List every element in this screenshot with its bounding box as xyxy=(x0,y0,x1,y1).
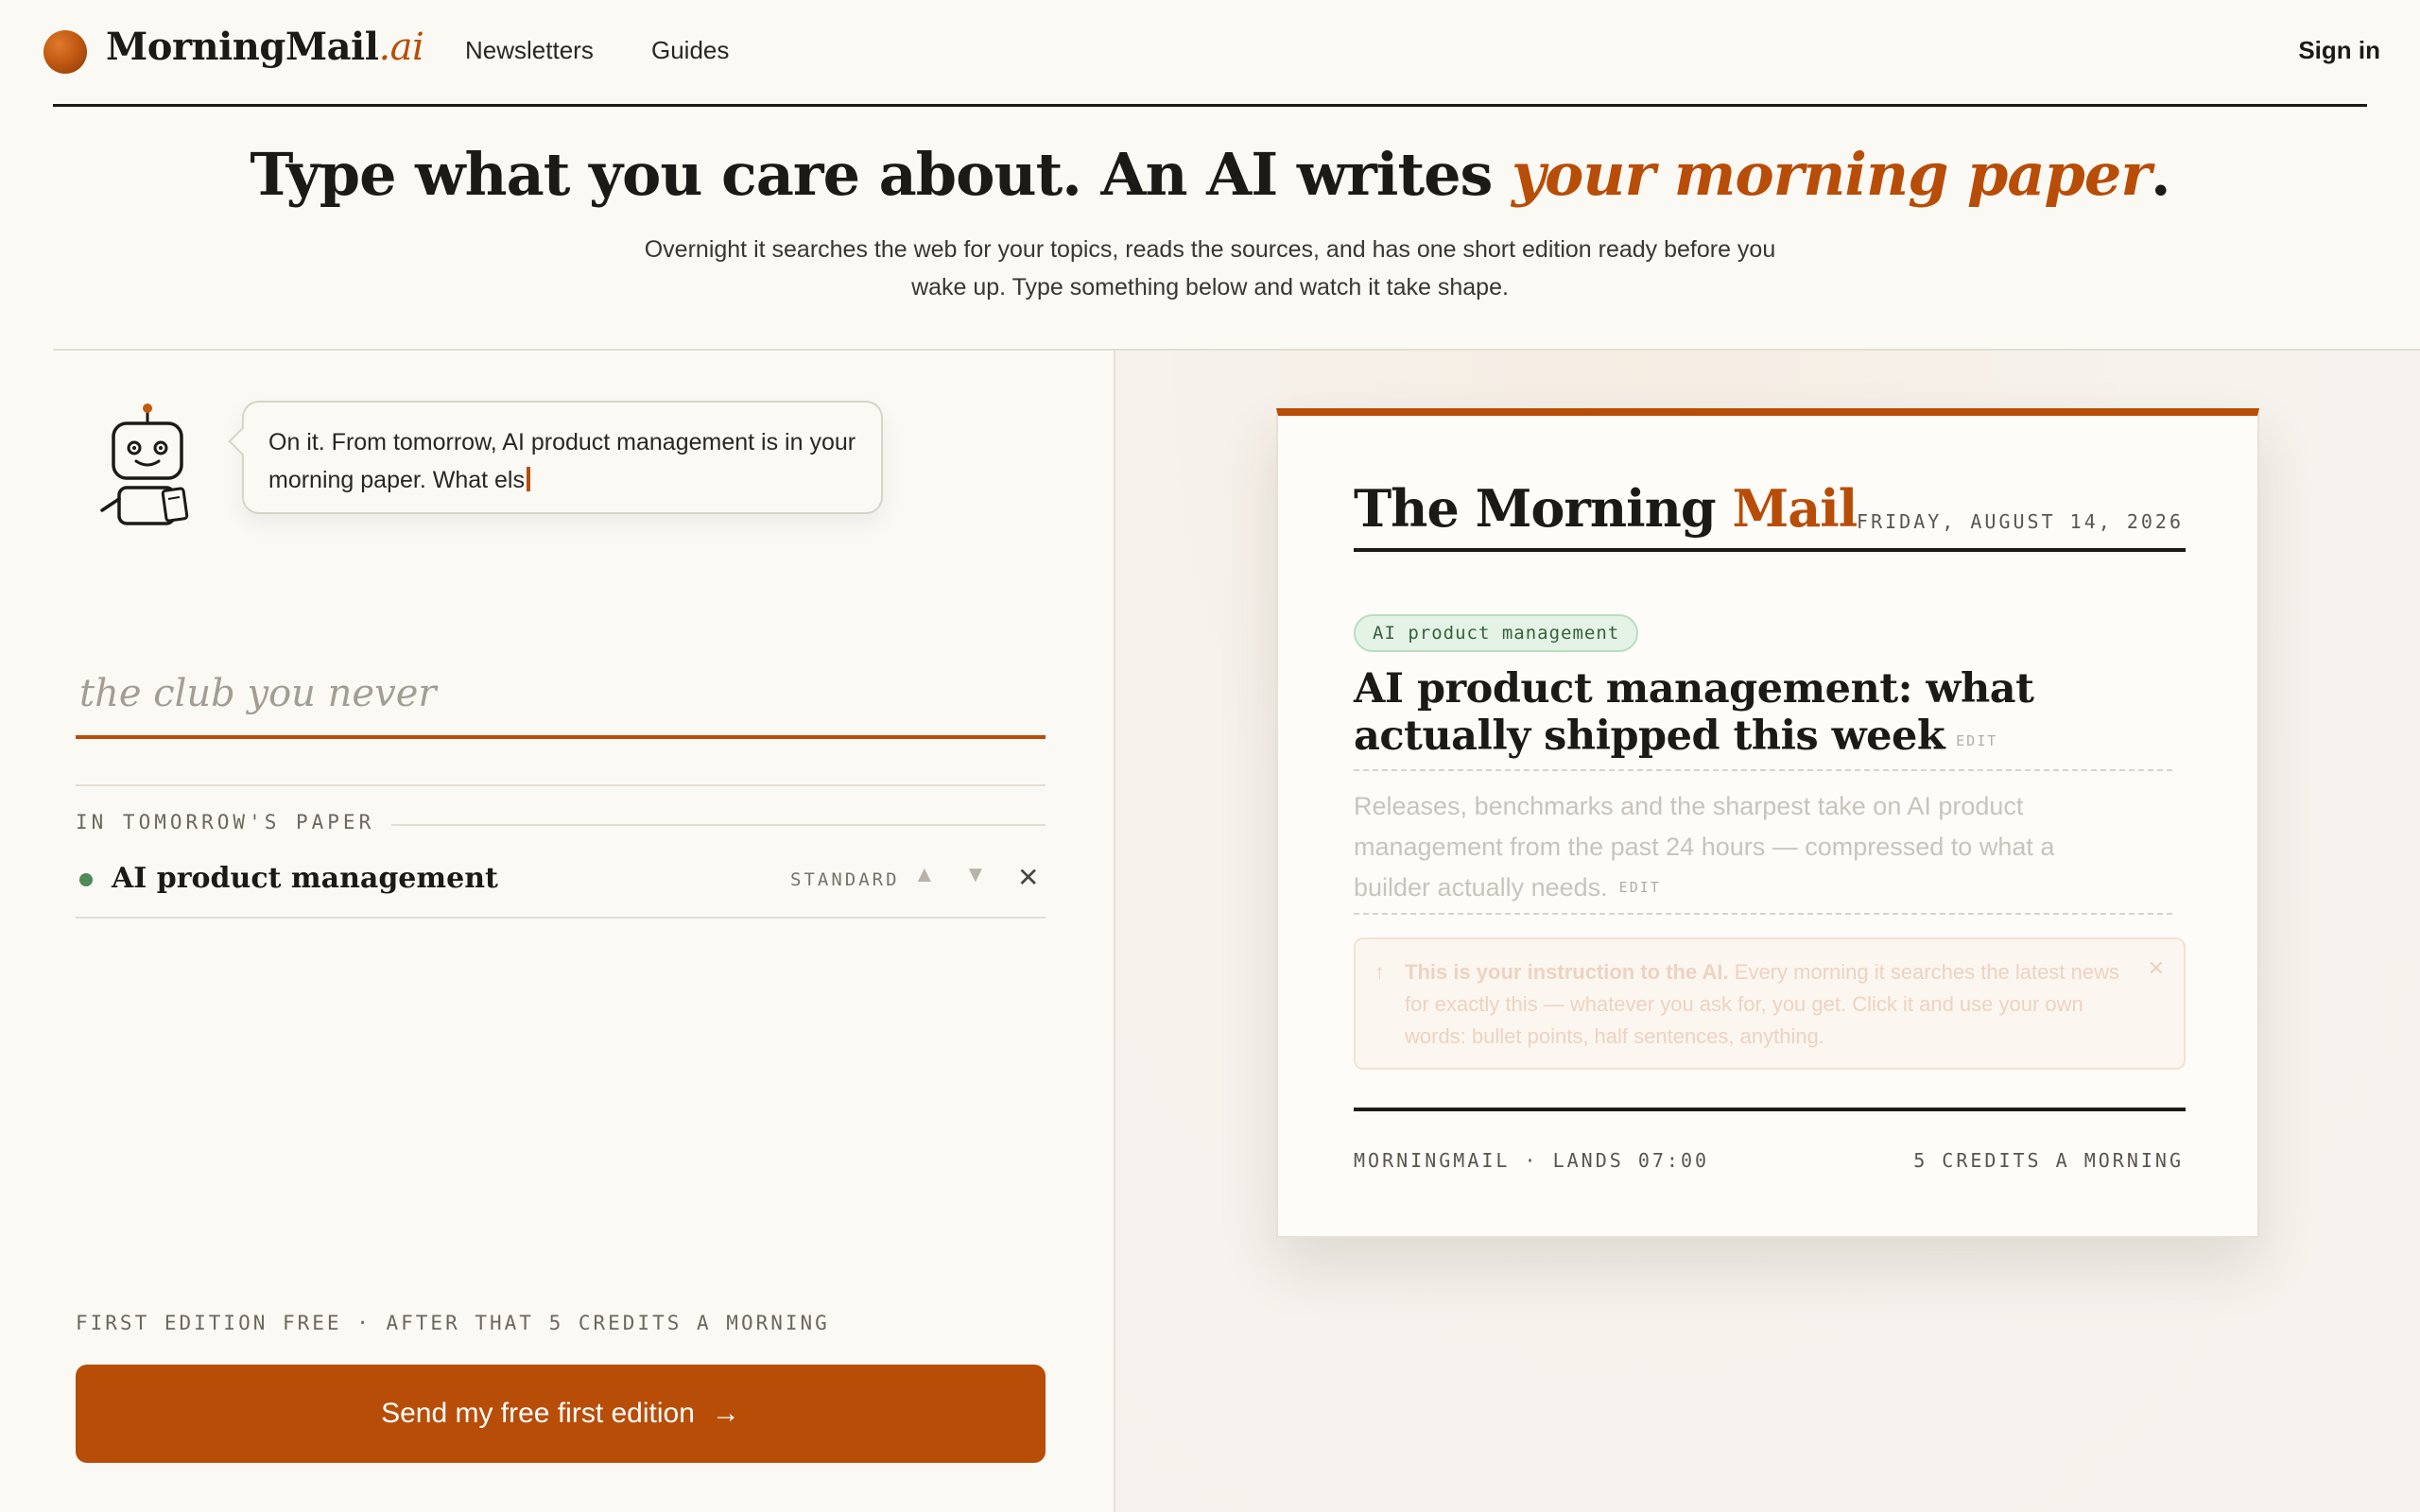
paper-date: FRIDAY, AUGUST 14, 2026 xyxy=(1857,510,2184,533)
summary-edit-button[interactable]: EDIT xyxy=(1619,879,1661,896)
arrow-up-hint-icon: ↑ xyxy=(1374,960,1385,984)
section-label-rule xyxy=(391,824,1046,826)
cta-label: Send my free first edition xyxy=(381,1398,695,1429)
arrow-down-icon[interactable]: ▼ xyxy=(964,862,987,888)
brand-orb-icon[interactable] xyxy=(43,30,87,74)
paper-title-accent: Mail xyxy=(1732,478,1858,539)
paper-title-main: The Morning xyxy=(1354,478,1717,539)
send-first-edition-button[interactable]: Send my free first edition → xyxy=(76,1365,1046,1463)
arrow-up-icon[interactable]: ▲ xyxy=(913,862,936,888)
nav-divider xyxy=(53,104,2367,107)
sign-in-link[interactable]: Sign in xyxy=(2298,36,2380,65)
headline-text: AI product management: what actually shi… xyxy=(1354,665,2034,760)
article-summary[interactable]: Releases, benchmarks and the sharpest ta… xyxy=(1354,786,2129,908)
paper-footer-left: MORNINGMAIL · LANDS 07:00 xyxy=(1354,1149,1710,1172)
nav-link-newsletters[interactable]: Newsletters xyxy=(465,36,594,65)
assistant-message: On it. From tomorrow, AI product managem… xyxy=(268,429,856,493)
article-headline[interactable]: AI product management: what actually shi… xyxy=(1354,665,2167,765)
topic-name: AI product management xyxy=(112,862,498,895)
hero-title-end: . xyxy=(2151,140,2171,209)
close-icon[interactable]: ✕ xyxy=(1017,862,1039,893)
nav-link-guides[interactable]: Guides xyxy=(651,36,729,65)
robot-icon xyxy=(100,404,189,525)
hero-title-accent: your morning paper xyxy=(1512,140,2152,209)
paper-header-rule xyxy=(1354,548,2186,552)
summary-text: Releases, benchmarks and the sharpest ta… xyxy=(1354,792,2055,902)
credits-note: FIRST EDITION FREE · AFTER THAT 5 CREDIT… xyxy=(76,1312,830,1334)
brand-logo[interactable]: MorningMail.ai xyxy=(106,25,424,69)
close-hint-icon[interactable]: ✕ xyxy=(2148,953,2165,985)
assistant-speech-bubble: On it. From tomorrow, AI product managem… xyxy=(242,401,883,514)
hero-title-main: Type what you care about. An AI writes xyxy=(250,140,1493,209)
paper-footer-rule xyxy=(1354,1108,2186,1111)
section-label: IN TOMORROW'S PAPER xyxy=(76,811,396,833)
paper-title: The Morning Mail xyxy=(1354,478,1858,539)
brand-name: MorningMail xyxy=(106,25,379,69)
paper-footer-right: 5 CREDITS A MORNING xyxy=(1913,1149,2184,1172)
summary-dashed-rule xyxy=(1354,913,2172,915)
newspaper-preview: The Morning Mail FRIDAY, AUGUST 14, 2026… xyxy=(1276,408,2259,1238)
top-nav: MorningMail.ai Newsletters Guides Sign i… xyxy=(0,0,2420,105)
topic-row: AI product management STANDARD ▲ ▼ ✕ xyxy=(76,849,1046,919)
topic-depth-select[interactable]: STANDARD xyxy=(790,869,900,890)
arrow-right-icon: → xyxy=(711,1398,740,1429)
headline-edit-button[interactable]: EDIT xyxy=(1956,732,1997,749)
topic-input[interactable] xyxy=(76,652,1046,739)
topic-status-dot xyxy=(79,873,93,886)
typing-caret xyxy=(526,467,530,491)
section-divider xyxy=(76,784,1046,786)
topic-pill: AI product management xyxy=(1354,614,1639,652)
instruction-title: This is your instruction to the AI. xyxy=(1405,960,1729,984)
brand-suffix: .ai xyxy=(378,26,424,69)
headline-dashed-rule xyxy=(1354,769,2172,771)
instruction-hint: ↑ This is your instruction to the AI. Ev… xyxy=(1354,937,2186,1070)
hero-subtitle: Overnight it searches the web for your t… xyxy=(644,236,1776,301)
hero-title: Type what you care about. An AI writes y… xyxy=(0,140,2420,209)
